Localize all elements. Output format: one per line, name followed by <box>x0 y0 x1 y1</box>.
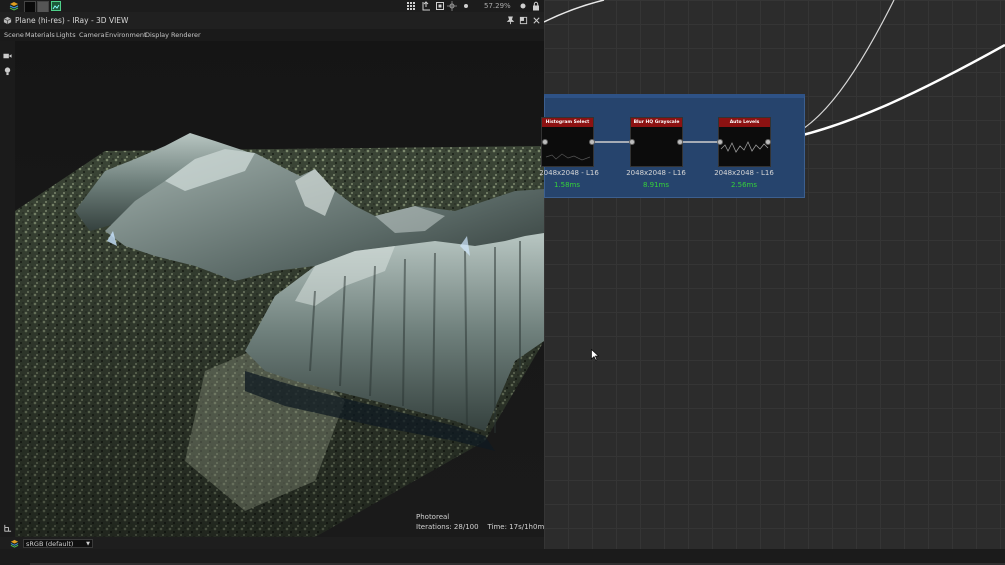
cube-icon <box>3 16 12 25</box>
grid-icon[interactable] <box>406 1 416 11</box>
output-port[interactable] <box>677 139 683 145</box>
menu-camera[interactable]: Camera <box>79 29 105 41</box>
frame-tool-icon[interactable] <box>435 1 445 11</box>
render-mode: Photoreal <box>416 513 450 521</box>
layers-icon[interactable] <box>10 539 19 548</box>
viewport-bottom-bar: sRGB (default) ▼ <box>0 537 544 549</box>
node-thumbnail <box>720 141 769 153</box>
terrain-render <box>15 133 544 537</box>
viewport-side-toolbar <box>0 41 15 537</box>
axis-icon[interactable] <box>3 524 12 533</box>
menu-environment[interactable]: Environment <box>105 29 147 41</box>
camera-icon[interactable] <box>3 52 12 60</box>
node-auto-levels[interactable]: Auto Levels <box>718 117 771 167</box>
layers-icon[interactable] <box>9 1 19 11</box>
move-tool-icon[interactable] <box>447 1 457 11</box>
node-resolution: 2048x2048 - L16 <box>539 169 599 177</box>
mouse-cursor-icon <box>591 349 599 361</box>
dot-icon[interactable] <box>461 1 471 11</box>
node-resolution: 2048x2048 - L16 <box>714 169 774 177</box>
node-title: Blur HQ Grayscale <box>631 118 682 127</box>
render-info: Photoreal Iterations: 28/100 Time: 17s/1… <box>416 512 544 532</box>
node-blur-hq-grayscale[interactable]: Blur HQ Grayscale <box>630 117 683 167</box>
time-readout: Time: 17s/1h0m0s <box>487 523 544 531</box>
color-space-value: sRGB (default) <box>26 540 74 548</box>
align-tool-icon[interactable] <box>421 1 431 11</box>
panel-title-bar: Plane (hi-res) - IRay - 3D VIEW <box>0 12 544 29</box>
output-port[interactable] <box>589 139 595 145</box>
view-menu-bar: Scene Materials Lights Camera Environmen… <box>0 29 544 41</box>
lock-icon[interactable] <box>531 1 541 11</box>
3d-viewport[interactable]: Photoreal Iterations: 28/100 Time: 17s/1… <box>15 41 544 537</box>
node-title: Histogram Select <box>542 118 593 127</box>
light-icon[interactable] <box>3 66 12 76</box>
node-title: Auto Levels <box>719 118 770 127</box>
input-port[interactable] <box>629 139 635 145</box>
image-icon[interactable] <box>51 1 61 11</box>
node-time: 8.91ms <box>642 181 670 189</box>
3d-view-panel: Plane (hi-res) - IRay - 3D VIEW Scene Ma… <box>0 12 544 549</box>
menu-lights[interactable]: Lights <box>56 29 76 41</box>
menu-materials[interactable]: Materials <box>25 29 55 41</box>
input-port[interactable] <box>542 139 548 145</box>
chevron-down-icon: ▼ <box>86 541 90 547</box>
node-graph-canvas[interactable]: Histogram Select 2048x2048 - L16 1.58ms … <box>539 0 1005 549</box>
node-thumbnail <box>545 153 591 161</box>
settings-icon[interactable] <box>518 1 528 11</box>
pin-icon[interactable] <box>506 16 515 25</box>
close-icon[interactable] <box>532 16 541 25</box>
menu-scene[interactable]: Scene <box>4 29 24 41</box>
color-space-select[interactable]: sRGB (default) ▼ <box>23 539 93 548</box>
top-toolbar: 57.29% <box>0 0 544 13</box>
status-strip <box>0 549 1005 565</box>
output-port[interactable] <box>765 139 771 145</box>
panel-title: Plane (hi-res) - IRay - 3D VIEW <box>15 16 129 25</box>
menu-display[interactable]: Display <box>145 29 169 41</box>
float-icon[interactable] <box>519 16 528 25</box>
node-time: 1.58ms <box>553 181 581 189</box>
input-port[interactable] <box>717 139 723 145</box>
menu-renderer[interactable]: Renderer <box>171 29 201 41</box>
node-resolution: 2048x2048 - L16 <box>626 169 686 177</box>
node-time: 2.56ms <box>730 181 758 189</box>
zoom-level[interactable]: 57.29% <box>484 0 511 12</box>
node-histogram-select[interactable]: Histogram Select <box>541 117 594 167</box>
iterations-readout: Iterations: 28/100 <box>416 523 479 531</box>
